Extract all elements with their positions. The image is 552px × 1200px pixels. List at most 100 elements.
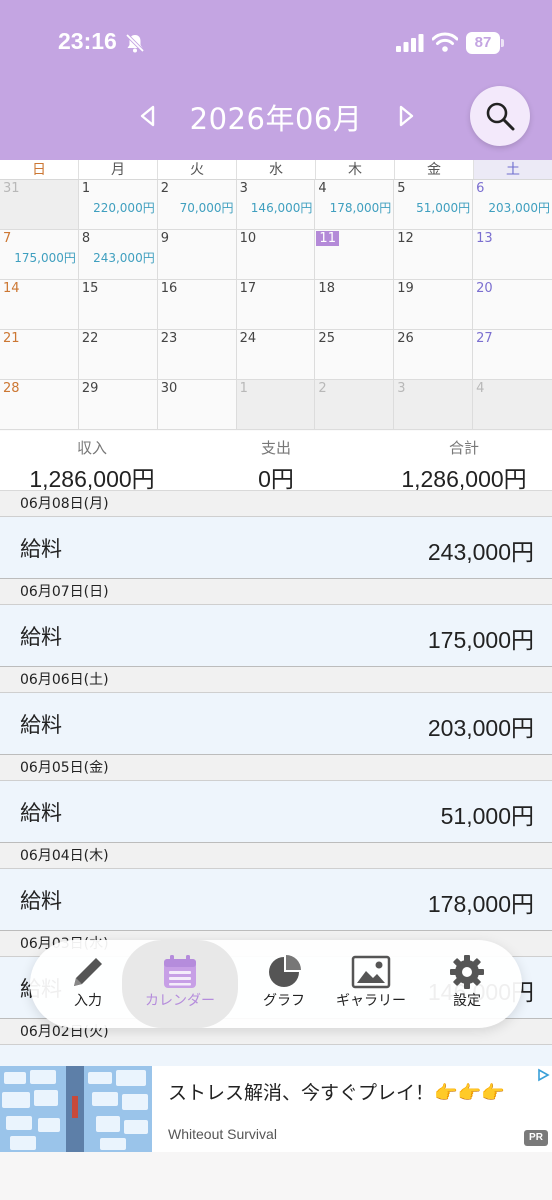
calendar-day-cell[interactable]: 23 bbox=[157, 330, 237, 380]
day-number: 24 bbox=[239, 331, 257, 346]
day-number: 19 bbox=[397, 281, 414, 296]
calendar-day-cell[interactable]: 26 bbox=[394, 330, 474, 380]
triangle-right-icon[interactable] bbox=[392, 102, 420, 130]
entry-row[interactable]: 給料 243,000円 bbox=[0, 517, 552, 579]
tab-settings[interactable]: 設定 bbox=[424, 940, 510, 1028]
day-number: 18 bbox=[318, 281, 335, 296]
day-number: 29 bbox=[81, 381, 99, 396]
ad-image bbox=[0, 1066, 152, 1152]
entry-row[interactable]: 給料 178,000円 bbox=[0, 869, 552, 931]
day-number: 2 bbox=[318, 381, 327, 396]
calendar-day-cell[interactable]: 28 bbox=[0, 380, 79, 430]
day-number: 23 bbox=[160, 331, 178, 346]
weekday-header: 日月火水木金土 bbox=[0, 160, 552, 180]
day-number: 26 bbox=[397, 331, 414, 346]
entry-amount: 178,000円 bbox=[427, 891, 534, 917]
calendar-day-cell[interactable]: 31 bbox=[0, 180, 79, 230]
calendar-day-cell[interactable]: 3 146,000円 bbox=[236, 180, 316, 230]
calendar-day-cell[interactable]: 4 178,000円 bbox=[315, 180, 395, 230]
calendar-day-cell[interactable]: 14 bbox=[0, 280, 79, 330]
ad-banner[interactable]: ストレス解消、今すぐプレイ！👉👉👉 Whiteout Survival PR bbox=[0, 1066, 552, 1152]
calendar-day-cell[interactable]: 15 bbox=[78, 280, 158, 330]
calendar-day-cell[interactable]: 12 bbox=[394, 230, 474, 280]
calendar-day-cell[interactable]: 18 bbox=[315, 280, 395, 330]
wifi-icon bbox=[432, 32, 458, 52]
calendar-day-cell[interactable]: 8 243,000円 bbox=[78, 230, 158, 280]
day-number: 11 bbox=[316, 231, 339, 246]
entry-amount: 175,000円 bbox=[427, 627, 534, 653]
entry-amount: 203,000円 bbox=[427, 715, 534, 741]
day-number: 2 bbox=[160, 181, 169, 196]
day-number: 16 bbox=[160, 281, 178, 296]
calendar: 日月火水木金土 31 1 220,000円 2 70,000円 3 146,000円 4 178… bbox=[0, 160, 552, 431]
calendar-day-cell[interactable]: 5 51,000円 bbox=[394, 180, 474, 230]
calendar-day-cell[interactable]: 30 bbox=[157, 380, 237, 430]
day-amount: 146,000円 bbox=[250, 201, 313, 215]
bell-slash-icon bbox=[125, 33, 145, 53]
calendar-day-cell[interactable]: 22 bbox=[78, 330, 158, 380]
calendar-day-cell[interactable]: 10 bbox=[236, 230, 316, 280]
weekday-label: 土 bbox=[474, 160, 552, 179]
day-number: 4 bbox=[318, 181, 327, 196]
tab-gallery-label: ギャラリー bbox=[336, 993, 406, 1009]
day-number: 5 bbox=[397, 181, 406, 196]
day-number: 4 bbox=[476, 381, 485, 396]
image-icon bbox=[351, 955, 391, 989]
income-label: 収入 bbox=[76, 439, 107, 457]
entry-row[interactable]: 給料 51,000円 bbox=[0, 781, 552, 843]
calendar-day-cell[interactable]: 19 bbox=[394, 280, 474, 330]
tab-input-label: 入力 bbox=[74, 993, 102, 1009]
calendar-day-cell[interactable]: 24 bbox=[236, 330, 316, 380]
day-number: 28 bbox=[3, 381, 20, 396]
calendar-day-cell[interactable]: 6 203,000円 bbox=[473, 180, 552, 230]
tab-input[interactable]: 入力 bbox=[48, 940, 128, 1028]
calendar-day-cell[interactable]: 2 bbox=[315, 380, 395, 430]
total-label: 合計 bbox=[448, 439, 479, 457]
calendar-day-cell[interactable]: 17 bbox=[236, 280, 316, 330]
weekday-label: 金 bbox=[395, 160, 474, 179]
day-number: 31 bbox=[3, 181, 20, 196]
calendar-day-cell[interactable]: 2 70,000円 bbox=[157, 180, 237, 230]
entry-row[interactable]: 給料 175,000円 bbox=[0, 605, 552, 667]
tab-calendar[interactable]: カレンダー bbox=[122, 940, 238, 1028]
tab-graph[interactable]: グラフ bbox=[240, 940, 328, 1028]
calendar-grid: 31 1 220,000円 2 70,000円 3 146,000円 4 178,000円 5 51… bbox=[0, 180, 552, 430]
pie-chart-icon bbox=[269, 955, 301, 987]
day-number: 3 bbox=[239, 181, 248, 196]
entry-category: 給料 bbox=[20, 537, 62, 561]
day-amount: 220,000円 bbox=[93, 201, 155, 215]
date-header: 06月04日(木) bbox=[0, 843, 552, 869]
calendar-day-cell[interactable]: 4 bbox=[473, 380, 552, 430]
tab-settings-label: 設定 bbox=[453, 993, 481, 1009]
calendar-day-cell[interactable]: 1 220,000円 bbox=[78, 180, 158, 230]
calendar-day-cell[interactable]: 7 175,000円 bbox=[0, 230, 79, 280]
day-number: 9 bbox=[160, 231, 169, 246]
tab-gallery[interactable]: ギャラリー bbox=[322, 940, 420, 1028]
search-button[interactable] bbox=[470, 86, 530, 146]
calendar-day-cell[interactable]: 3 bbox=[394, 380, 474, 430]
weekday-label: 水 bbox=[237, 160, 316, 179]
ad-title: ストレス解消、今すぐプレイ！👉👉👉 bbox=[168, 1082, 505, 1104]
calendar-day-cell[interactable]: 16 bbox=[157, 280, 237, 330]
calendar-day-cell[interactable]: 20 bbox=[473, 280, 552, 330]
ad-choices-icon[interactable] bbox=[536, 1068, 550, 1082]
expense-summary: 支出 0円 bbox=[216, 437, 336, 494]
search-icon bbox=[486, 102, 515, 131]
entry-row[interactable]: 給料 203,000円 bbox=[0, 693, 552, 755]
calendar-day-cell[interactable]: 1 bbox=[236, 380, 316, 430]
tab-graph-label: グラフ bbox=[263, 993, 305, 1009]
tab-calendar-label: カレンダー bbox=[145, 993, 215, 1009]
calendar-day-cell[interactable]: 13 bbox=[473, 230, 552, 280]
calendar-day-cell[interactable]: 25 bbox=[315, 330, 395, 380]
calendar-day-cell[interactable]: 11 bbox=[315, 230, 395, 280]
calendar-day-cell[interactable]: 9 bbox=[157, 230, 237, 280]
entry-amount: 51,000円 bbox=[440, 803, 534, 829]
status-bar: 23:16 87 bbox=[0, 28, 552, 64]
calendar-day-cell[interactable]: 27 bbox=[473, 330, 552, 380]
entry-amount: 243,000円 bbox=[427, 539, 534, 565]
signal-icon bbox=[396, 34, 424, 52]
triangle-left-icon[interactable] bbox=[134, 102, 162, 130]
entry-category: 給料 bbox=[20, 889, 62, 913]
calendar-day-cell[interactable]: 21 bbox=[0, 330, 79, 380]
calendar-day-cell[interactable]: 29 bbox=[78, 380, 158, 430]
